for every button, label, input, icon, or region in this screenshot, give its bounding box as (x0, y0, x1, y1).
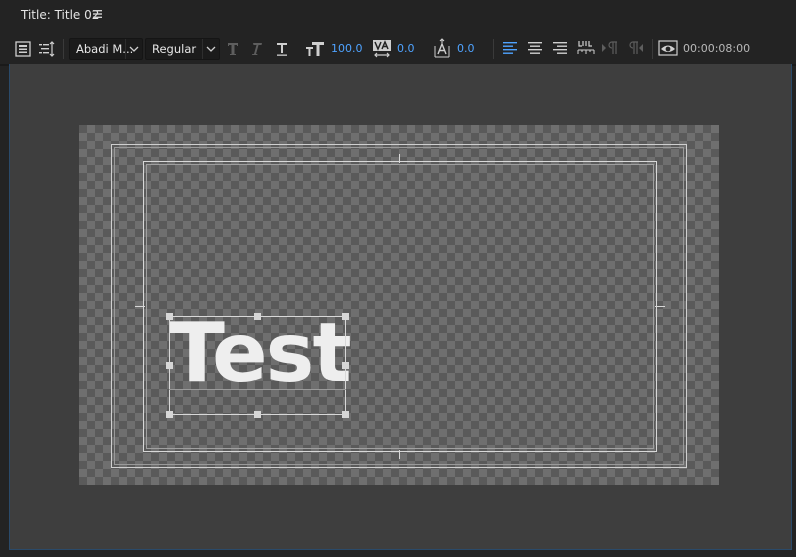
show-background-video-icon[interactable] (658, 40, 678, 56)
panel-title: Title: Title 02 (21, 8, 100, 22)
resize-handle-bottom[interactable] (254, 411, 261, 418)
center-tick-bottom (399, 450, 400, 459)
italic-T-icon[interactable] (249, 41, 263, 57)
underline-T-icon[interactable] (275, 41, 289, 57)
resize-handle-bottom-left[interactable] (166, 411, 173, 418)
toolbar-separator (493, 39, 494, 59)
font-style-value: Regular (152, 42, 197, 56)
resize-handle-left[interactable] (166, 362, 173, 369)
title-toolbar: Abadi M... Regular 100.0 0.0 0.0 00:00:0… (0, 30, 796, 66)
center-tick-right (655, 306, 665, 307)
center-tick-top (399, 154, 400, 163)
font-size-value[interactable]: 100.0 (331, 42, 363, 55)
resize-handle-top[interactable] (254, 313, 261, 320)
align-center-icon[interactable] (527, 40, 543, 56)
timecode-display: 00:00:08:00 (683, 42, 751, 55)
panel-header: Title: Title 02 (0, 0, 796, 30)
leading-value[interactable]: 0.0 (457, 42, 475, 55)
text-baseline (169, 389, 346, 390)
kerning-VA-icon (373, 40, 391, 58)
font-size-icon (306, 42, 324, 56)
indent-left-icon[interactable] (601, 40, 619, 56)
text-bounding-box[interactable] (169, 316, 346, 415)
font-family-dropdown[interactable]: Abadi M... (69, 38, 143, 60)
tab-stops-icon[interactable] (38, 40, 56, 58)
align-left-icon[interactable] (502, 40, 518, 56)
indent-right-icon[interactable] (626, 40, 644, 56)
toolbar-separator (652, 39, 653, 59)
tab-ruler-icon[interactable] (577, 39, 595, 57)
resize-handle-bottom-right[interactable] (342, 411, 349, 418)
toolbar-separator (63, 39, 64, 59)
hamburger-menu-icon[interactable] (92, 8, 104, 20)
roll-crawl-options-icon[interactable] (15, 41, 31, 57)
kerning-value[interactable]: 0.0 (397, 42, 415, 55)
center-tick-left (135, 306, 145, 307)
resize-handle-right[interactable] (342, 362, 349, 369)
bold-T-icon[interactable] (226, 41, 240, 57)
resize-handle-top-left[interactable] (166, 313, 173, 320)
resize-handle-top-right[interactable] (342, 313, 349, 320)
chevron-down-icon (202, 39, 216, 59)
align-right-icon[interactable] (552, 40, 568, 56)
leading-icon (434, 38, 450, 58)
chevron-down-icon (125, 39, 139, 59)
font-style-dropdown[interactable]: Regular (145, 38, 220, 60)
